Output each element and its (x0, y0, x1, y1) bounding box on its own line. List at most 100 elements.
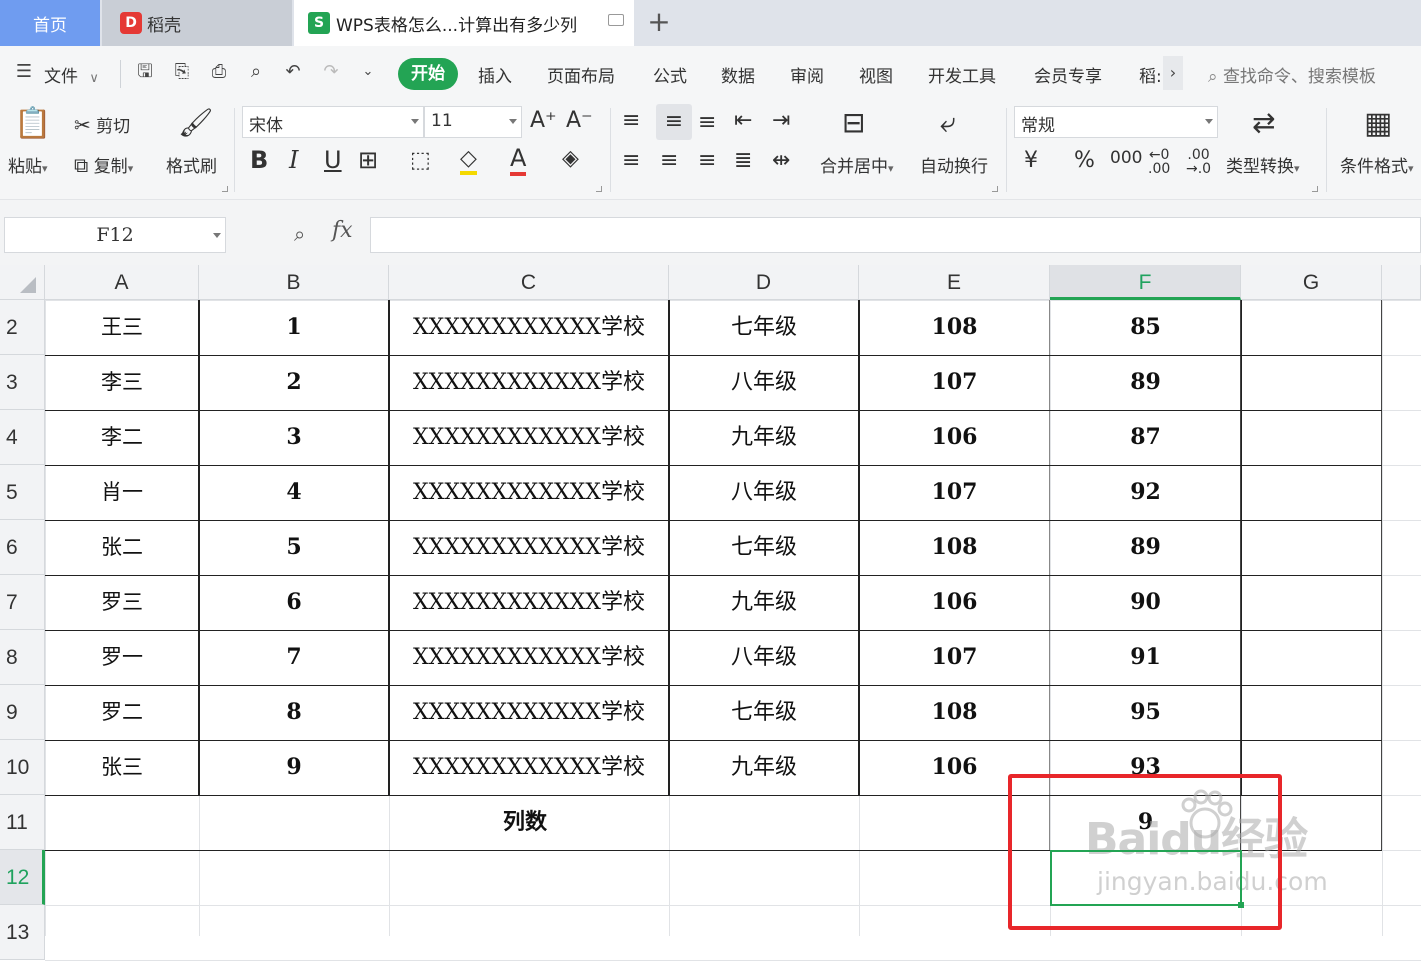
row-header-7[interactable]: 7 (0, 575, 45, 630)
cell-c4[interactable]: XXXXXXXXXXXX学校 (389, 410, 669, 465)
increase-indent-icon[interactable]: ⇥ (772, 108, 790, 133)
row-header-13[interactable]: 13 (0, 905, 45, 960)
cell-c9[interactable]: XXXXXXXXXXXX学校 (389, 685, 669, 740)
cell-b5[interactable]: 4 (199, 465, 389, 520)
cell-e9[interactable]: 108 (859, 685, 1050, 740)
wrap-text-button[interactable]: 自动换行 (920, 152, 988, 177)
cell-f9[interactable]: 95 (1050, 685, 1241, 740)
column-header-a[interactable]: A (45, 265, 199, 300)
menu-member[interactable]: 会员专享 (1034, 62, 1102, 87)
zoom-icon[interactable]: ⌕ (294, 222, 320, 248)
tab-daoke[interactable]: D 稻壳 (102, 0, 292, 46)
print-preview-icon[interactable]: ⌕ (244, 60, 268, 84)
thousands-separator-icon[interactable]: 000 (1110, 148, 1142, 168)
row-header-6[interactable]: 6 (0, 520, 45, 575)
tab-document[interactable]: S WPS表格怎么...计算出有多少列 (294, 0, 634, 46)
cell-a4[interactable]: 李二 (45, 410, 199, 465)
cell-a11-merged-label[interactable]: 列数 (45, 795, 1005, 850)
align-left-icon[interactable]: ≡ (622, 148, 640, 173)
row-header-5[interactable]: 5 (0, 465, 45, 520)
percent-icon[interactable]: % (1074, 148, 1095, 173)
cell-d9[interactable]: 七年级 (669, 685, 859, 740)
cell-a7[interactable]: 罗三 (45, 575, 199, 630)
format-painter-button[interactable]: 格式刷 (166, 152, 217, 177)
cell-e4[interactable]: 106 (859, 410, 1050, 465)
row-header-12[interactable]: 12 (0, 850, 45, 905)
increase-font-icon[interactable]: A⁺ (530, 108, 557, 133)
screen-icon[interactable] (608, 14, 624, 26)
cell-c3[interactable]: XXXXXXXXXXXX学校 (389, 355, 669, 410)
row-header-3[interactable]: 3 (0, 355, 45, 410)
cell-b4[interactable]: 3 (199, 410, 389, 465)
cell-b2[interactable]: 1 (199, 300, 389, 355)
fill-color-icon[interactable]: ◇ (460, 146, 477, 175)
decrease-indent-icon[interactable]: ⇤ (734, 108, 752, 133)
italic-icon[interactable]: I (289, 146, 298, 174)
column-header-f[interactable]: F (1050, 265, 1241, 300)
column-header-b[interactable]: B (199, 265, 389, 300)
alignment-dialog-launcher[interactable] (992, 186, 998, 192)
column-header-c[interactable]: C (389, 265, 669, 300)
row-header-2[interactable]: 2 (0, 300, 45, 355)
cell-e5[interactable]: 107 (859, 465, 1050, 520)
cell-e2[interactable]: 108 (859, 300, 1050, 355)
cell-d8[interactable]: 八年级 (669, 630, 859, 685)
clipboard-dialog-launcher[interactable] (222, 186, 228, 192)
cell-d5[interactable]: 八年级 (669, 465, 859, 520)
paste-icon[interactable]: 📋 (14, 106, 52, 146)
name-box[interactable]: F12 (4, 217, 226, 253)
hamburger-menu-icon[interactable]: ☰ (12, 60, 36, 84)
font-dialog-launcher[interactable] (596, 186, 602, 192)
currency-icon[interactable]: ¥ (1024, 148, 1038, 173)
redo-icon[interactable]: ↷ (319, 60, 343, 84)
cell-a9[interactable]: 罗二 (45, 685, 199, 740)
menu-daoke[interactable]: 稻: (1139, 62, 1162, 87)
row-header-4[interactable]: 4 (0, 410, 45, 465)
conditional-format-button[interactable]: 条件格式▾ (1340, 152, 1414, 177)
align-middle-icon[interactable]: ≡ (656, 104, 692, 140)
merge-center-icon[interactable]: ⊟ (842, 106, 865, 139)
underline-icon[interactable]: U (324, 146, 342, 174)
column-header-e[interactable]: E (859, 265, 1050, 300)
new-tab-button[interactable]: + (644, 6, 674, 40)
menu-view[interactable]: 视图 (859, 62, 893, 87)
cell-c7[interactable]: XXXXXXXXXXXX学校 (389, 575, 669, 630)
tab-home[interactable]: 首页 (0, 0, 100, 46)
menu-insert[interactable]: 插入 (478, 62, 512, 87)
command-search[interactable]: ⌕ 查找命令、搜索模板 (1208, 62, 1376, 87)
cell-c6[interactable]: XXXXXXXXXXXX学校 (389, 520, 669, 575)
cell-f8[interactable]: 91 (1050, 630, 1241, 685)
cell-f4[interactable]: 87 (1050, 410, 1241, 465)
row-header-11[interactable]: 11 (0, 795, 45, 850)
type-convert-button[interactable]: 类型转换▾ (1226, 152, 1300, 177)
increase-decimal-icon[interactable]: ←0.00 (1148, 148, 1170, 176)
cell-c5[interactable]: XXXXXXXXXXXX学校 (389, 465, 669, 520)
clear-format-icon[interactable]: ◈ (562, 146, 579, 171)
align-center-icon[interactable]: ≡ (660, 148, 678, 173)
cell-d2[interactable]: 七年级 (669, 300, 859, 355)
cell-a3[interactable]: 李三 (45, 355, 199, 410)
cell-c10[interactable]: XXXXXXXXXXXX学校 (389, 740, 669, 795)
column-header-g[interactable]: G (1241, 265, 1382, 300)
cell-f7[interactable]: 90 (1050, 575, 1241, 630)
font-size-select[interactable]: 11 (424, 106, 522, 138)
cell-b8[interactable]: 7 (199, 630, 389, 685)
distribute-icon[interactable]: ⇹ (772, 148, 790, 173)
cell-d7[interactable]: 九年级 (669, 575, 859, 630)
formula-input[interactable] (370, 217, 1421, 253)
bold-icon[interactable]: B (250, 146, 268, 174)
cut-button[interactable]: ✂ 剪切 (74, 112, 130, 137)
row-header-8[interactable]: 8 (0, 630, 45, 685)
menu-file[interactable]: 文件 ∨ (44, 62, 99, 87)
border-icon[interactable]: ⊞ (358, 146, 378, 174)
export-pdf-icon[interactable]: ⎘ (170, 60, 194, 84)
cell-b3[interactable]: 2 (199, 355, 389, 410)
cell-b9[interactable]: 8 (199, 685, 389, 740)
copy-button[interactable]: ⧉ 复制▾ (74, 152, 133, 177)
merge-center-button[interactable]: 合并居中▾ (820, 152, 894, 177)
cell-f2[interactable]: 85 (1050, 300, 1241, 355)
cell-e8[interactable]: 107 (859, 630, 1050, 685)
number-format-select[interactable]: 常规 (1014, 106, 1218, 138)
align-top-icon[interactable]: ≡ (622, 108, 640, 133)
number-dialog-launcher[interactable] (1312, 186, 1318, 192)
